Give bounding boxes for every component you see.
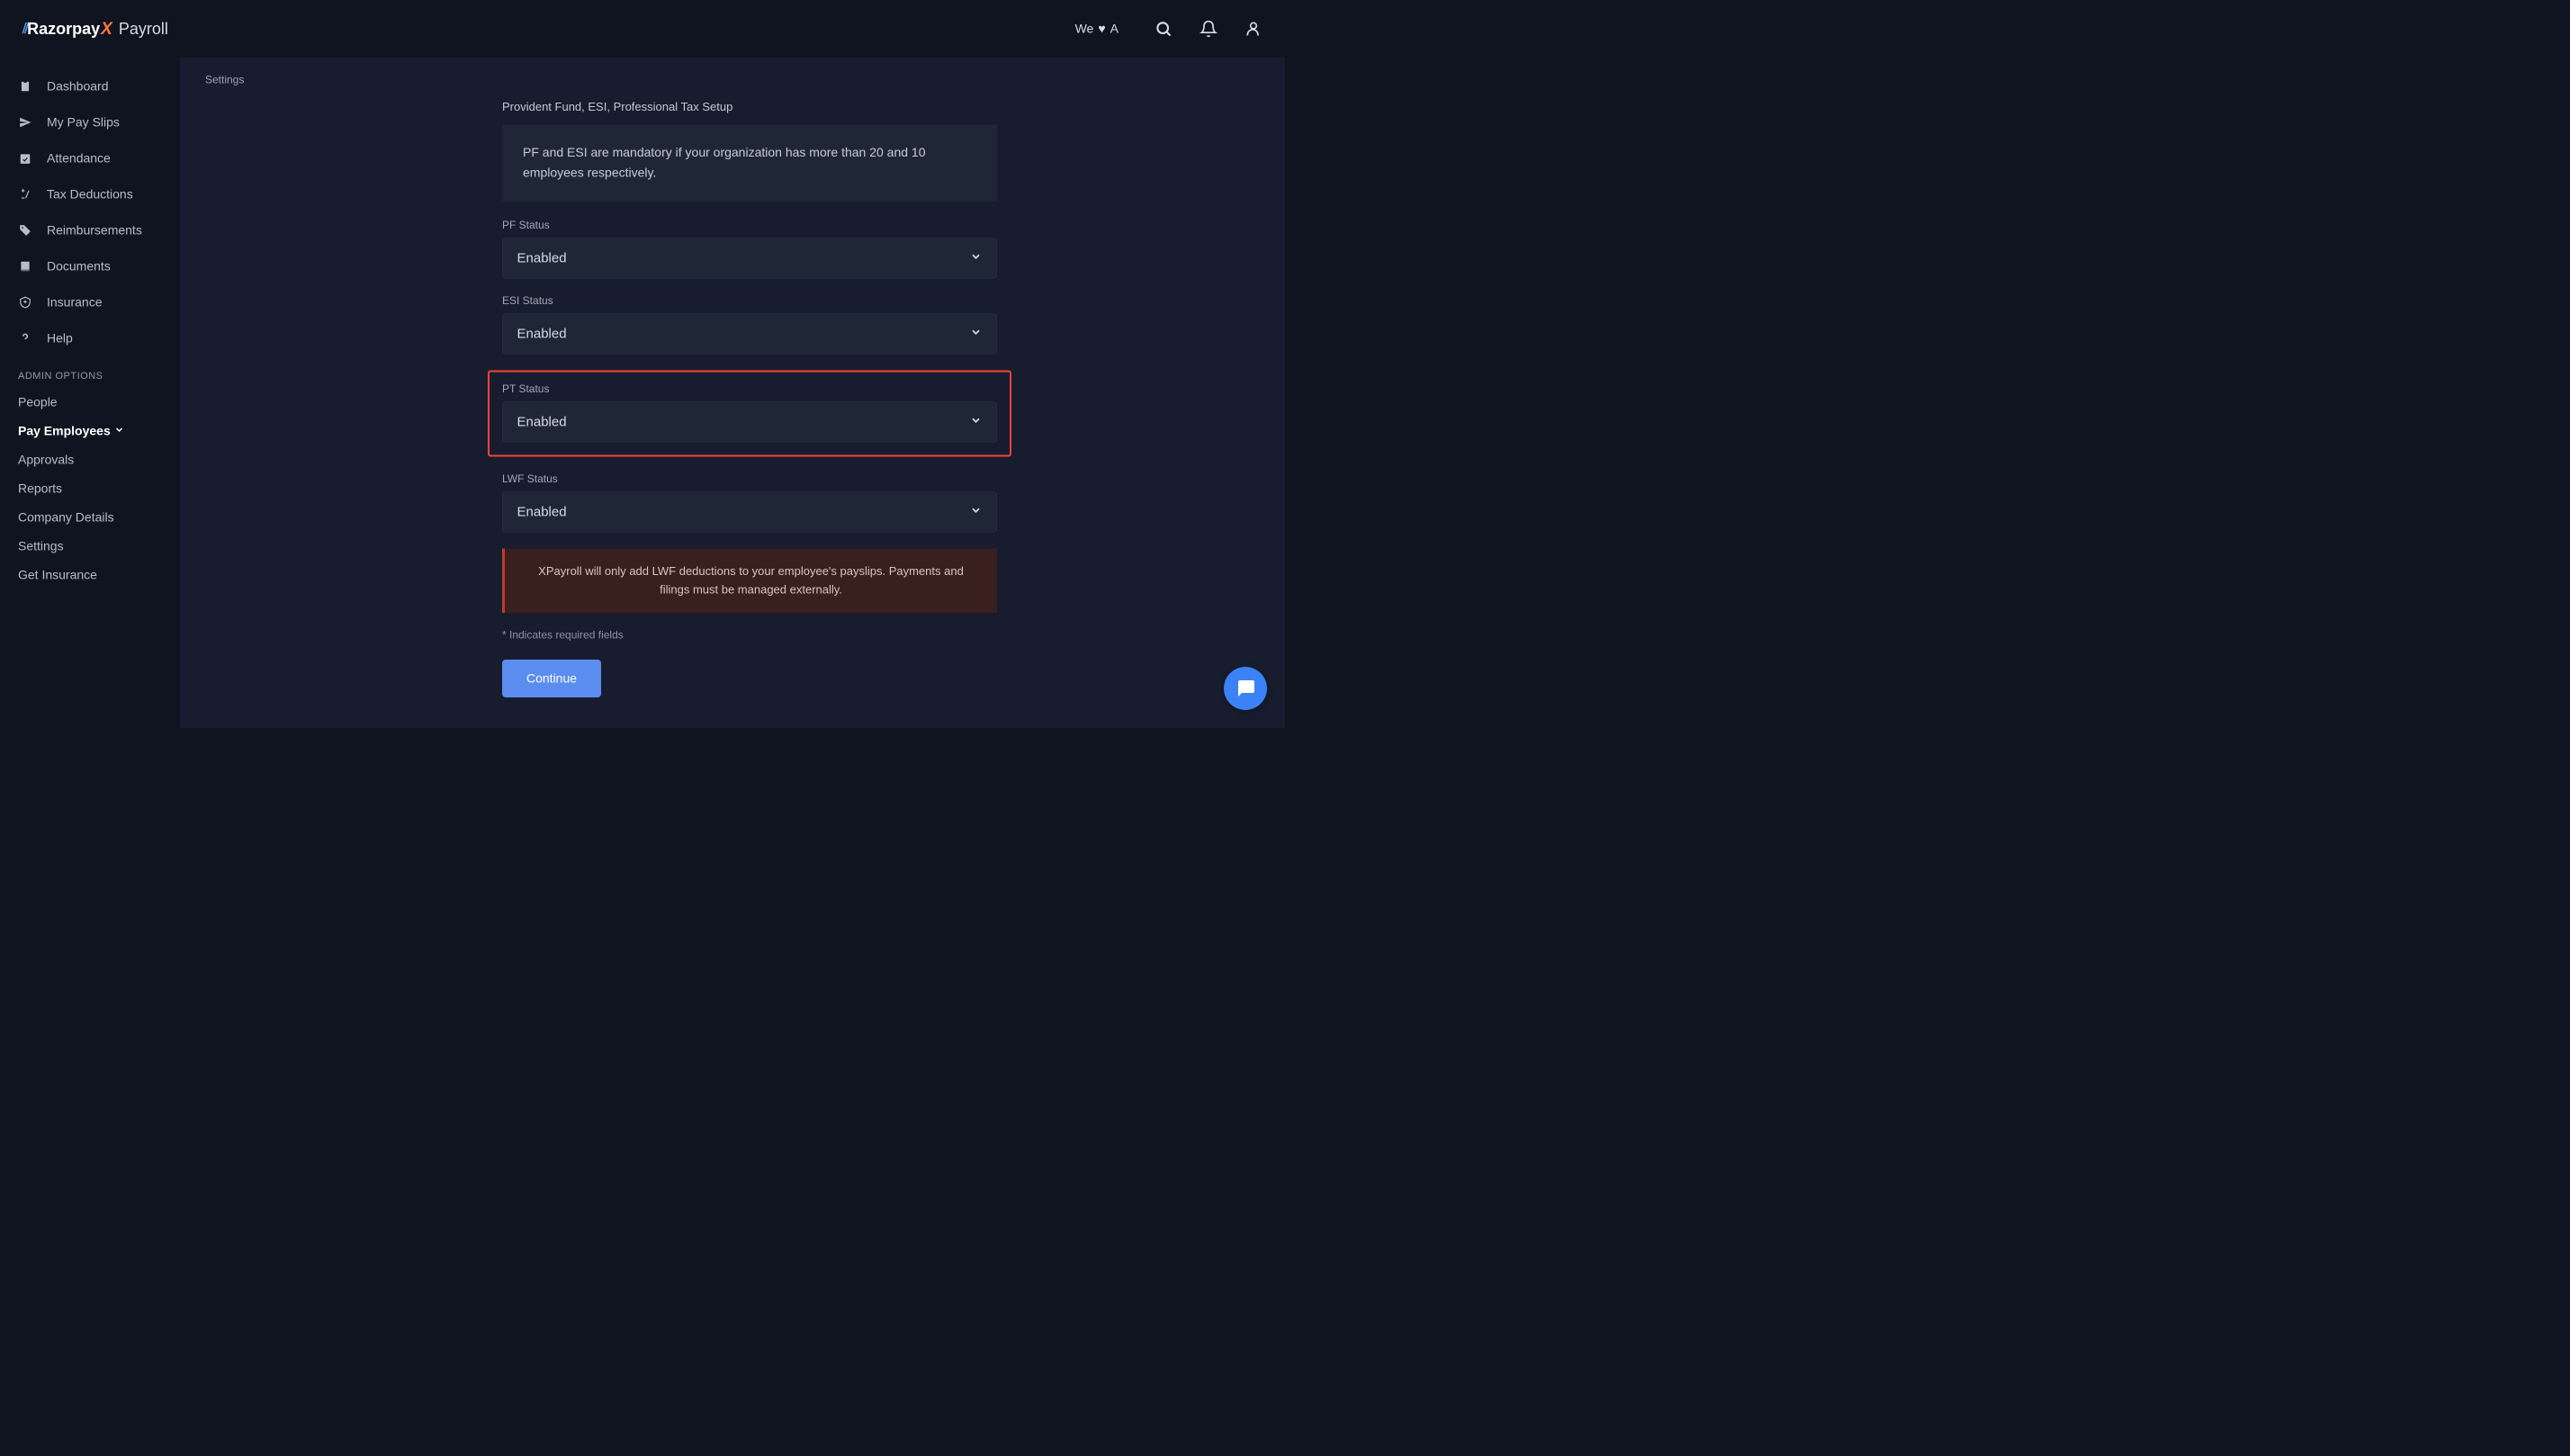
sidebar-item-tax[interactable]: Tax Deductions: [0, 176, 180, 212]
admin-item-reports[interactable]: Reports: [0, 474, 180, 503]
admin-item-approvals[interactable]: Approvals: [0, 445, 180, 474]
field-esi-status: ESI Status Enabled: [502, 294, 997, 354]
chat-icon: [1235, 677, 1256, 701]
section-title: Provident Fund, ESI, Professional Tax Se…: [502, 100, 997, 114]
pt-status-select[interactable]: Enabled: [502, 401, 997, 442]
logo-product: Payroll: [119, 20, 168, 39]
sidebar-item-reimbursements[interactable]: Reimbursements: [0, 212, 180, 248]
sidebar-item-help[interactable]: Help: [0, 320, 180, 356]
chevron-down-icon: [970, 326, 983, 342]
required-note: * Indicates required fields: [502, 629, 997, 642]
field-pt-status: PT Status Enabled: [488, 370, 1011, 456]
select-value: Enabled: [517, 504, 567, 519]
calendar-check-icon: [18, 151, 32, 166]
chat-button[interactable]: [1224, 667, 1267, 710]
lwf-status-select[interactable]: Enabled: [502, 491, 997, 532]
admin-item-get-insurance[interactable]: Get Insurance: [0, 561, 180, 589]
chevron-down-icon: [970, 250, 983, 266]
field-label: ESI Status: [502, 294, 997, 307]
info-box: PF and ESI are mandatory if your organiz…: [502, 125, 997, 202]
admin-item-label: Pay Employees: [18, 424, 111, 438]
search-icon[interactable]: [1155, 20, 1173, 38]
breadcrumb[interactable]: Settings: [205, 74, 1260, 86]
content: Settings Provident Fund, ESI, Profession…: [180, 58, 1285, 728]
select-value: Enabled: [517, 326, 567, 341]
sidebar-item-label: Attendance: [47, 151, 111, 166]
clipboard-icon: [18, 79, 32, 94]
chevron-down-icon: [970, 414, 983, 430]
admin-item-people[interactable]: People: [0, 388, 180, 417]
esi-status-select[interactable]: Enabled: [502, 313, 997, 354]
continue-button[interactable]: Continue: [502, 660, 601, 697]
field-lwf-status: LWF Status Enabled: [502, 472, 997, 532]
sidebar-item-dashboard[interactable]: Dashboard: [0, 68, 180, 104]
sidebar-item-label: Insurance: [47, 295, 102, 310]
sidebar-item-insurance[interactable]: Insurance: [0, 284, 180, 320]
pf-status-select[interactable]: Enabled: [502, 238, 997, 278]
header-tagline: We ♥ A: [1075, 22, 1119, 36]
send-icon: [18, 115, 32, 130]
chevron-down-icon: [970, 504, 983, 520]
sidebar-item-payslips[interactable]: My Pay Slips: [0, 104, 180, 140]
admin-options-label: ADMIN OPTIONS: [0, 356, 180, 388]
shield-plus-icon: [18, 295, 32, 310]
sidebar-item-documents[interactable]: Documents: [0, 248, 180, 284]
select-value: Enabled: [517, 414, 567, 429]
select-value: Enabled: [517, 250, 567, 265]
admin-item-company-details[interactable]: Company Details: [0, 503, 180, 532]
logo-mark: ⫽RazorpayX: [22, 19, 112, 39]
sidebar-item-label: My Pay Slips: [47, 115, 120, 130]
plus-minus-icon: [18, 187, 32, 202]
warning-box: XPayroll will only add LWF deductions to…: [502, 548, 997, 613]
tag-icon: [18, 223, 32, 238]
heart-icon: ♥: [1098, 22, 1105, 36]
question-icon: [18, 331, 32, 346]
logo[interactable]: ⫽RazorpayX Payroll: [22, 19, 168, 39]
sidebar-item-label: Reimbursements: [47, 223, 142, 238]
sidebar-item-label: Help: [47, 331, 73, 346]
sidebar-item-label: Tax Deductions: [47, 187, 133, 202]
sidebar: Dashboard My Pay Slips Attendance Tax De…: [0, 58, 180, 728]
sidebar-item-attendance[interactable]: Attendance: [0, 140, 180, 176]
admin-item-pay-employees[interactable]: Pay Employees: [0, 417, 180, 445]
user-icon[interactable]: [1245, 20, 1263, 38]
admin-item-settings[interactable]: Settings: [0, 532, 180, 561]
field-label: PF Status: [502, 219, 997, 231]
field-label: LWF Status: [502, 472, 997, 485]
document-icon: [18, 259, 32, 274]
field-pf-status: PF Status Enabled: [502, 219, 997, 278]
header: ⫽RazorpayX Payroll We ♥ A: [0, 0, 1285, 58]
field-label: PT Status: [502, 382, 997, 395]
bell-icon[interactable]: [1200, 20, 1218, 38]
sidebar-item-label: Documents: [47, 259, 111, 274]
chevron-down-icon: [114, 424, 125, 438]
sidebar-item-label: Dashboard: [47, 79, 108, 94]
